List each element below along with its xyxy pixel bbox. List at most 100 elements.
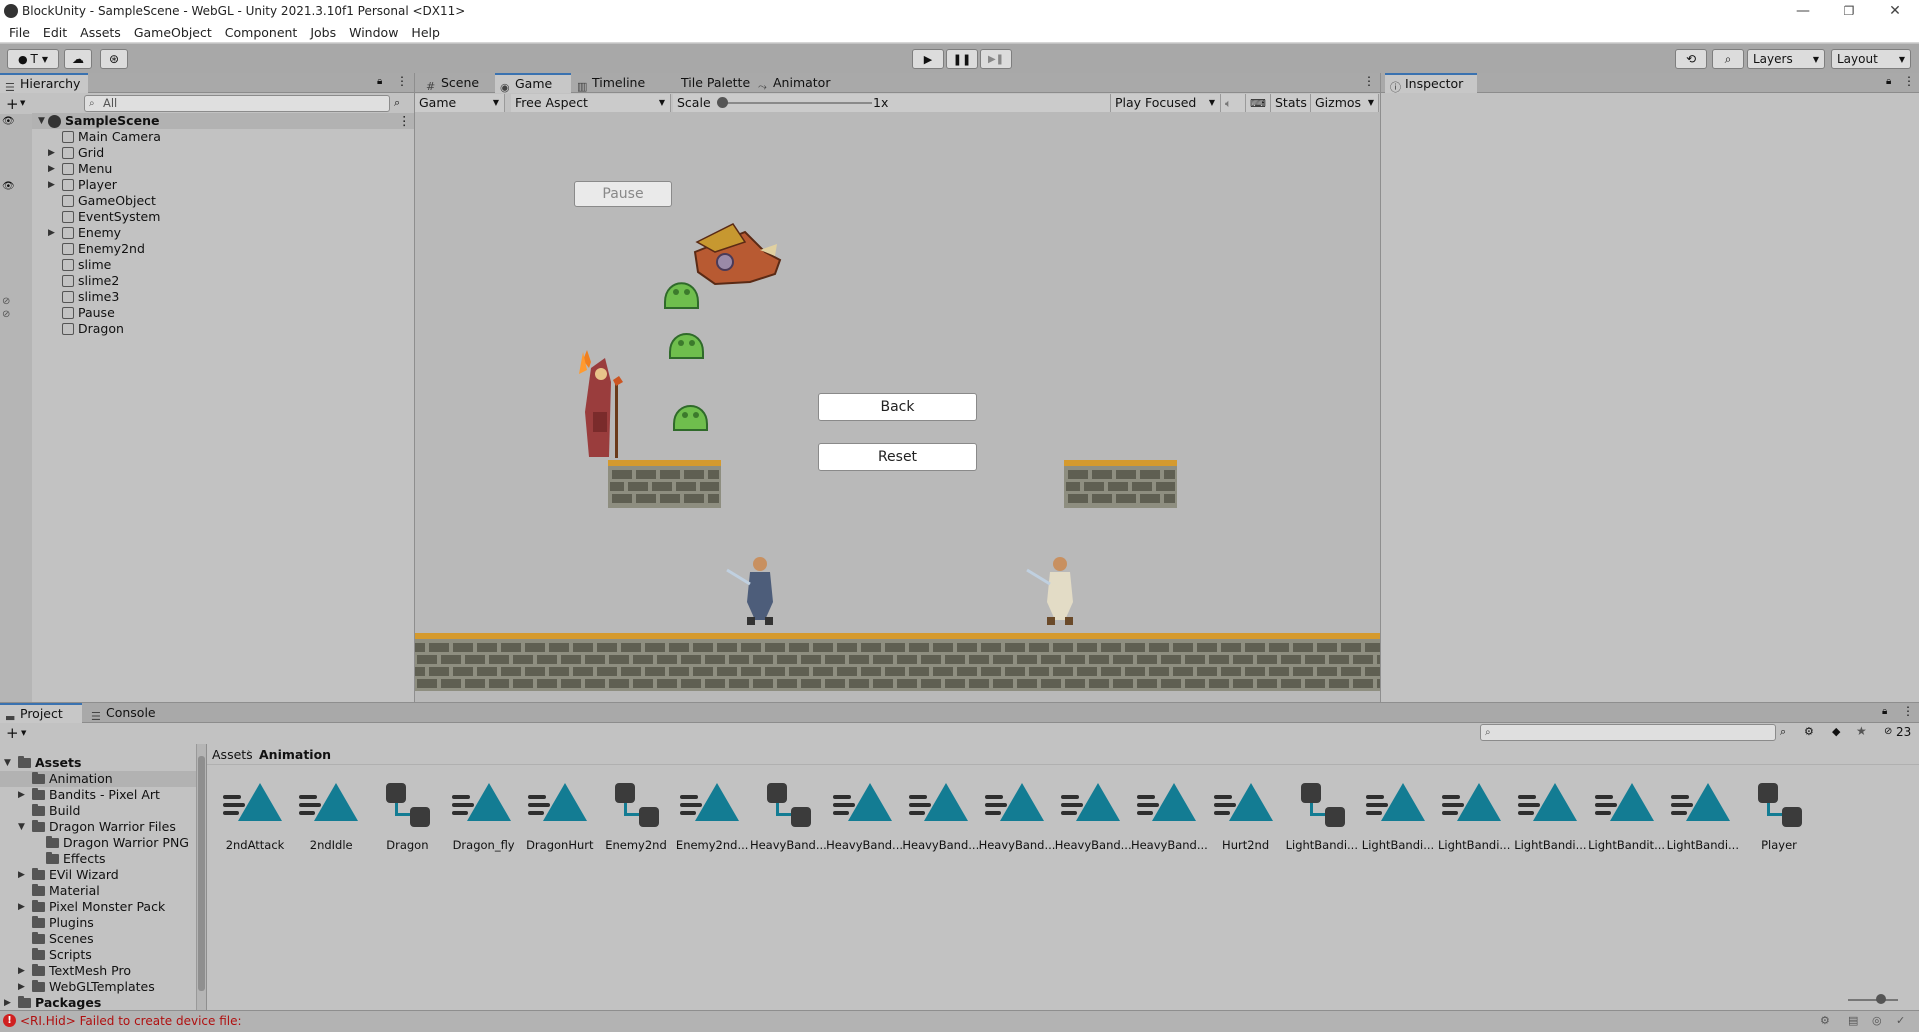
collab-button[interactable]: ⊛ [100, 49, 128, 69]
layout-dropdown[interactable]: Layout ▼ [1831, 49, 1911, 69]
progress-icon[interactable]: ◎ [1872, 1014, 1882, 1027]
search-button[interactable]: ⌕ [1712, 49, 1744, 69]
cloud-button[interactable]: ☁ [64, 49, 92, 69]
menu-window[interactable]: Window [349, 25, 398, 40]
folder-tree-item[interactable]: ▶ EVil Wizard [0, 867, 196, 883]
scrollbar-thumb[interactable] [198, 756, 205, 991]
hierarchy-item[interactable]: GameObject [32, 193, 414, 209]
hierarchy-item[interactable]: slime2 [32, 273, 414, 289]
folder-tree-item[interactable]: Material [0, 883, 196, 899]
folder-tree-item[interactable]: Scripts [0, 947, 196, 963]
search-filter-icon[interactable]: ⌕ [1780, 725, 1786, 739]
reset-button[interactable]: Reset [818, 443, 977, 471]
tab-timeline[interactable]: ▥ Timeline [572, 73, 662, 93]
check-icon[interactable]: ✓ [1896, 1014, 1905, 1027]
folder-tree-item[interactable]: ▶ WebGLTemplates [0, 979, 196, 995]
scene-root-row[interactable]: ▼ SampleScene ⋮ [32, 113, 414, 129]
breadcrumb-animation[interactable]: Animation [259, 747, 331, 762]
asset-item[interactable]: HeavyBand... [1131, 777, 1208, 857]
asset-item[interactable]: Dragon_fly [448, 777, 520, 857]
menu-assets[interactable]: Assets [80, 25, 121, 40]
scale-slider-handle[interactable] [717, 97, 728, 108]
asset-item[interactable]: HeavyBand... [979, 777, 1055, 857]
expand-right-icon[interactable]: ▶ [18, 899, 25, 915]
hierarchy-item[interactable]: ▶ Grid [32, 145, 414, 161]
project-search-input[interactable]: ⌕ [1480, 724, 1776, 741]
asset-item[interactable]: LightBandi... [1362, 777, 1434, 857]
asset-item[interactable]: DragonHurt [524, 777, 596, 857]
tab-console[interactable]: ☰ Console [86, 703, 166, 723]
asset-item[interactable]: HeavyBand... [750, 777, 827, 857]
kebab-menu-icon[interactable]: ⋮ [396, 74, 408, 88]
asset-item[interactable]: LightBandi... [1438, 777, 1510, 857]
label-icon[interactable]: ◆ [1832, 725, 1840, 738]
eye-icon[interactable]: 👁︎ [2, 181, 15, 192]
asset-item[interactable]: Dragon [371, 777, 443, 857]
folder-tree-item[interactable]: ▶ Packages [0, 995, 196, 1011]
minimize-icon[interactable]: — [1780, 0, 1826, 22]
tab-animator[interactable]: ⤳ Animator [753, 73, 843, 93]
asset-item[interactable]: LightBandi... [1667, 777, 1739, 857]
eye-hidden-icon[interactable]: ⊘ [2, 296, 10, 307]
tab-scene[interactable]: # Scene [421, 73, 491, 93]
star-icon[interactable]: ★ [1856, 724, 1867, 738]
lock-icon[interactable]: 🔒︎ [1882, 706, 1887, 717]
asset-item[interactable]: Enemy2nd [600, 777, 672, 857]
hierarchy-item[interactable]: EventSystem [32, 209, 414, 225]
hidden-packages-icon[interactable]: ⊘ [1884, 726, 1892, 737]
game-viewport[interactable]: Pause Back Reset [415, 112, 1380, 702]
menu-jobs[interactable]: Jobs [310, 25, 336, 40]
play-button[interactable]: ▶ [912, 49, 944, 69]
expand-right-icon[interactable]: ▶ [18, 979, 25, 995]
search-filter-icon[interactable]: ⌕ [394, 96, 400, 110]
play-mode-dropdown[interactable]: Play Focused ▼ [1111, 94, 1221, 112]
kebab-menu-icon[interactable]: ⋮ [1363, 74, 1375, 88]
hierarchy-item[interactable]: ▶ Menu [32, 161, 414, 177]
cache-icon[interactable]: ▤ [1848, 1014, 1858, 1027]
expand-right-icon[interactable]: ▶ [48, 225, 55, 241]
lock-icon[interactable]: 🔒︎ [377, 76, 382, 87]
expand-right-icon[interactable]: ▶ [48, 177, 55, 193]
mute-button[interactable]: 🔈︎ [1221, 94, 1246, 112]
chevron-down-icon[interactable]: ▼ [21, 729, 26, 737]
menu-component[interactable]: Component [225, 25, 298, 40]
menu-gameobject[interactable]: GameObject [134, 25, 212, 40]
icon-size-slider[interactable] [1848, 999, 1898, 1001]
kebab-menu-icon[interactable]: ⋮ [1903, 74, 1915, 88]
kebab-menu-icon[interactable]: ⋮ [1902, 704, 1914, 718]
folder-tree-scrollbar[interactable] [196, 744, 206, 1010]
debug-icon[interactable]: ⚙ [1820, 1014, 1830, 1027]
close-icon[interactable]: ✕ [1872, 0, 1918, 22]
folder-tree-item[interactable]: Animation [0, 771, 196, 787]
hierarchy-item[interactable]: Main Camera [32, 129, 414, 145]
asset-item[interactable]: 2ndIdle [295, 777, 367, 857]
folder-tree-item[interactable]: ▶ Bandits - Pixel Art [0, 787, 196, 803]
asset-item[interactable]: Enemy2nd... [676, 777, 748, 857]
asset-item[interactable]: Hurt2nd [1210, 777, 1282, 857]
filter-type-icon[interactable]: ⚙ [1804, 725, 1814, 738]
tab-hierarchy[interactable]: ☰ Hierarchy [0, 73, 88, 94]
folder-tree-item[interactable]: ▶ Pixel Monster Pack [0, 899, 196, 915]
tab-tile-palette[interactable]: Tile Palette [665, 73, 760, 93]
folder-tree-item[interactable]: Dragon Warrior PNG [0, 835, 196, 851]
hierarchy-search-input[interactable]: ⌕ All [84, 95, 390, 112]
chevron-down-icon[interactable]: ▼ [20, 99, 25, 107]
asset-item[interactable]: HeavyBand... [902, 777, 979, 857]
hierarchy-item[interactable]: Enemy2nd [32, 241, 414, 257]
eye-hidden-icon[interactable]: ⊘ [2, 309, 10, 320]
folder-tree-item[interactable]: Scenes [0, 931, 196, 947]
tab-project[interactable]: ▬ Project [0, 703, 82, 724]
expand-right-icon[interactable]: ▶ [18, 963, 25, 979]
folder-tree-item[interactable]: Build [0, 803, 196, 819]
aspect-dropdown[interactable]: Free Aspect ▼ [511, 94, 671, 112]
asset-item[interactable]: LightBandi... [1514, 777, 1587, 857]
expand-down-icon[interactable]: ▼ [18, 819, 25, 835]
eye-icon[interactable]: 👁︎ [2, 116, 15, 127]
expand-down-icon[interactable]: ▼ [38, 113, 45, 129]
expand-down-icon[interactable]: ▼ [4, 755, 11, 771]
gizmos-dropdown[interactable]: Gizmos ▼ [1311, 94, 1379, 112]
asset-item[interactable]: HeavyBand... [826, 777, 903, 857]
expand-right-icon[interactable]: ▶ [4, 995, 11, 1011]
expand-right-icon[interactable]: ▶ [48, 161, 55, 177]
hierarchy-item[interactable]: Dragon [32, 321, 414, 337]
